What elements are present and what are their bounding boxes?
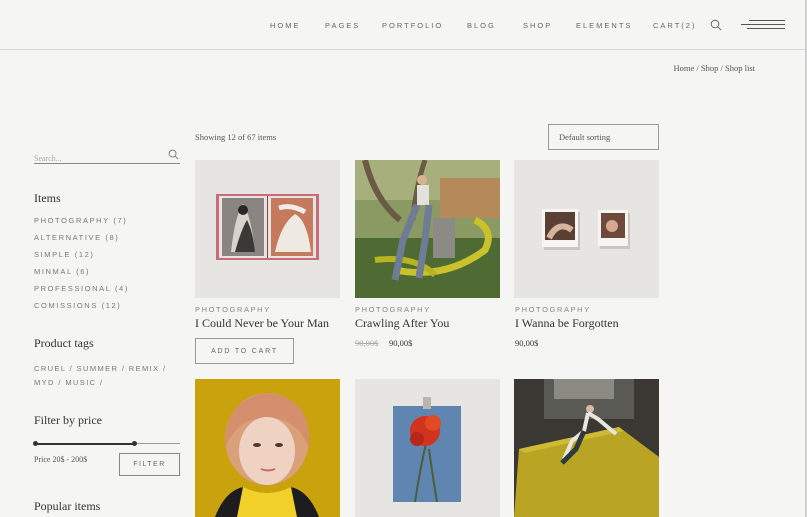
category-photography[interactable]: PHOTOGRAPHY (7) — [34, 215, 129, 232]
tag-separator: / — [66, 364, 77, 373]
tag-music[interactable]: MUSIC — [65, 378, 96, 387]
product-title[interactable]: I Could Never be Your Man — [195, 316, 329, 331]
breadcrumb-separator: / — [718, 63, 725, 73]
breadcrumb: Home / Shop / Shop list — [673, 63, 755, 73]
tag-cloud: CRUEL / SUMMER / REMIX / MYD / MUSIC / — [34, 362, 174, 389]
popular-items-heading: Popular items — [34, 499, 101, 513]
product-tags-heading: Product tags — [34, 336, 94, 350]
nav-blog[interactable]: BLOG — [467, 21, 496, 30]
product-category[interactable]: PHOTOGRAPHY — [355, 305, 431, 314]
filter-price-heading: Filter by price — [34, 413, 102, 427]
portrait-photo — [195, 379, 340, 517]
nav-pages[interactable]: PAGES — [325, 21, 360, 30]
results-count: Showing 12 of 67 items — [195, 132, 277, 142]
tag-cruel[interactable]: CRUEL — [34, 364, 66, 373]
product-image[interactable] — [355, 160, 500, 298]
product-image[interactable] — [514, 379, 659, 517]
breadcrumb-current: Shop list — [725, 63, 755, 73]
search-icon[interactable] — [710, 19, 722, 31]
breadcrumb-separator: / — [694, 63, 701, 73]
breadcrumb-home[interactable]: Home — [673, 63, 694, 73]
category-comissions[interactable]: COMISSIONS (12) — [34, 300, 129, 317]
main-nav: HOME PAGES PORTFOLIO BLOG SHOP ELEMENTS … — [0, 21, 805, 33]
garden-photo — [355, 160, 500, 298]
sort-select[interactable]: Default sorting — [548, 124, 659, 150]
nav-cart[interactable]: CART(2) — [653, 21, 696, 30]
tag-separator: / — [96, 377, 104, 387]
product-category[interactable]: PHOTOGRAPHY — [515, 305, 591, 314]
tag-separator: / — [159, 364, 167, 373]
search-input[interactable] — [34, 151, 154, 166]
slider-range — [34, 443, 135, 445]
filter-button[interactable]: FILTER — [119, 453, 180, 476]
product-title[interactable]: I Wanna be Forgotten — [515, 316, 619, 331]
sidebar-search — [34, 148, 180, 166]
items-heading: Items — [34, 191, 61, 205]
price-slider[interactable] — [33, 441, 180, 447]
search-icon[interactable] — [168, 149, 179, 160]
tag-summer[interactable]: SUMMER — [77, 364, 119, 373]
category-list: PHOTOGRAPHY (7) ALTERNATIVE (8) SIMPLE (… — [34, 215, 129, 317]
nav-shop[interactable]: SHOP — [523, 21, 552, 30]
stairs-photo — [514, 379, 659, 517]
price-range-label: Price 20$ - 200$ — [34, 455, 88, 464]
tag-separator: / — [54, 377, 66, 387]
category-alternative[interactable]: ALTERNATIVE (8) — [34, 232, 129, 249]
nav-portfolio[interactable]: PORTFOLIO — [382, 21, 443, 30]
product-image[interactable] — [195, 160, 340, 298]
tag-myd[interactable]: MYD — [34, 378, 55, 387]
product-title[interactable]: Crawling After You — [355, 316, 449, 331]
old-price: 90,00$ — [355, 338, 379, 348]
slider-handle-max[interactable] — [131, 441, 137, 446]
product-category[interactable]: PHOTOGRAPHY — [195, 305, 271, 314]
tag-separator: / — [118, 364, 129, 373]
product-price: 90,00$ — [515, 338, 539, 348]
flower-print — [393, 397, 461, 503]
add-to-cart-button[interactable]: ADD TO CART — [195, 338, 294, 364]
category-simple[interactable]: SIMPLE (12) — [34, 249, 129, 266]
category-minmal[interactable]: MINMAL (6) — [34, 266, 129, 283]
product-image[interactable] — [195, 379, 340, 517]
slider-handle-min[interactable] — [33, 441, 38, 446]
breadcrumb-shop[interactable]: Shop — [701, 63, 718, 73]
open-book-image — [216, 194, 319, 260]
nav-home[interactable]: HOME — [270, 21, 301, 30]
category-professional[interactable]: PROFESSIONAL (4) — [34, 283, 129, 300]
product-image[interactable] — [355, 379, 500, 517]
polaroid-photos — [542, 209, 630, 250]
nav-elements[interactable]: ELEMENTS — [576, 21, 632, 30]
menu-icon[interactable] — [741, 18, 785, 32]
product-price: 90,00$ — [389, 338, 413, 348]
tag-remix[interactable]: REMIX — [129, 364, 160, 373]
product-image[interactable] — [514, 160, 659, 298]
